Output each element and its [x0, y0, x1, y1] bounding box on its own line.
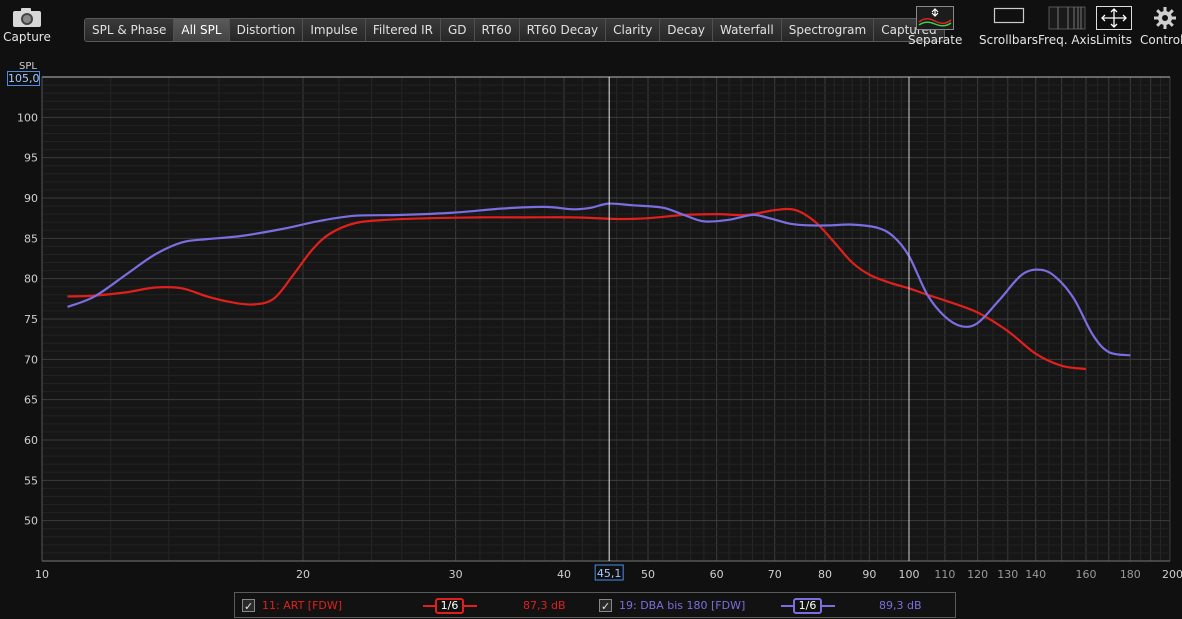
x-tick-label: 160: [1075, 568, 1096, 581]
y-tick-label: 55: [24, 474, 38, 487]
spl-chart[interactable]: 50 55 60 65 70 75 80 85 90 95 100 10 20 30 40 50 60 70 80…: [0, 0, 1182, 592]
x-tick-label: 100: [899, 568, 920, 581]
cursor-freq-readout: 45,1: [597, 567, 622, 580]
y-tick-label: 70: [24, 353, 38, 366]
legend-checkbox-dba[interactable]: [599, 594, 612, 619]
legend: 11: ART [FDW] 1/6 87,3 dB 19: DBA bis 18…: [234, 592, 956, 619]
y-tick-label: 65: [24, 394, 38, 407]
legend-checkbox-art[interactable]: [242, 594, 255, 619]
x-tick-label: 200Hz: [1162, 568, 1182, 581]
y-tick-labels: 50 55 60 65 70 75 80 85 90 95 100: [17, 111, 38, 527]
smoothing-badge-dba[interactable]: 1/6: [793, 598, 822, 614]
x-tick-label: 50: [641, 568, 655, 581]
y-tick-label: 75: [24, 313, 38, 326]
y-tick-label: 95: [24, 152, 38, 165]
y-tick-label: 85: [24, 232, 38, 245]
y-tick-label: 90: [24, 192, 38, 205]
y-tick-label: 60: [24, 434, 38, 447]
legend-level-dba: 89,3 dB: [879, 599, 922, 612]
x-tick-label: 40: [557, 568, 571, 581]
legend-level-art: 87,3 dB: [523, 599, 566, 612]
x-tick-label: 80: [818, 568, 832, 581]
legend-item-art[interactable]: 11: ART [FDW] 1/6 87,3 dB: [235, 593, 595, 619]
y-top-readout[interactable]: 105,0: [7, 71, 40, 86]
x-tick-label: 60: [710, 568, 724, 581]
x-tick-label: 130: [997, 568, 1018, 581]
x-tick-label: 110: [934, 568, 955, 581]
x-tick-label: 90: [862, 568, 876, 581]
x-tick-label: 140: [1025, 568, 1046, 581]
x-tick-label: 10: [35, 568, 49, 581]
y-tick-label: 80: [24, 273, 38, 286]
x-tick-label: 20: [296, 568, 310, 581]
y-tick-label: 50: [24, 515, 38, 528]
grid-lines: [41, 76, 1171, 562]
smoothing-badge-art[interactable]: 1/6: [435, 598, 464, 614]
legend-item-dba[interactable]: 19: DBA bis 180 [FDW] 1/6 89,3 dB: [597, 593, 955, 619]
x-tick-label: 180: [1120, 568, 1141, 581]
x-tick-label: 30: [449, 568, 463, 581]
y-tick-label: 100: [17, 111, 38, 124]
x-tick-label: 70: [768, 568, 782, 581]
x-tick-label: 120: [967, 568, 988, 581]
legend-name-art: 11: ART [FDW]: [262, 599, 343, 612]
legend-name-dba: 19: DBA bis 180 [FDW]: [619, 599, 746, 612]
